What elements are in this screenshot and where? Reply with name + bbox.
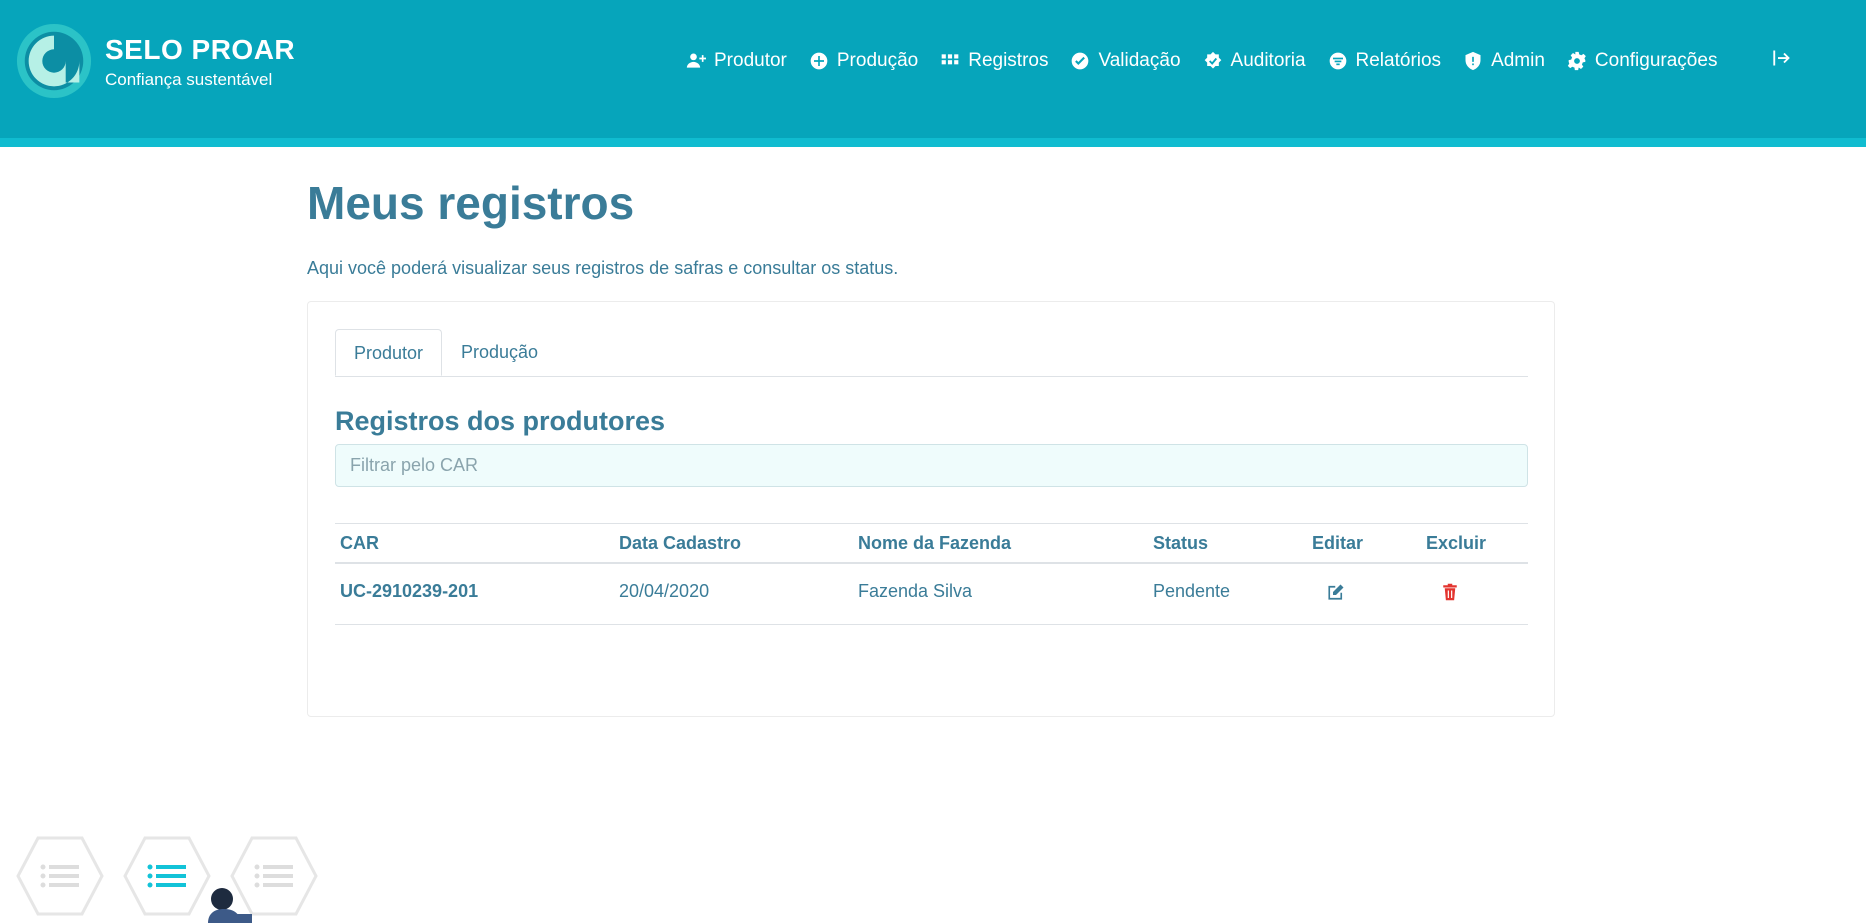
nav-item-relatorios[interactable]: Relatórios bbox=[1328, 50, 1442, 72]
grid-icon bbox=[941, 54, 959, 65]
column-header-nome-fazenda: Nome da Fazenda bbox=[853, 523, 1148, 564]
nav-label: Produção bbox=[836, 50, 919, 71]
trash-icon[interactable] bbox=[1441, 583, 1459, 601]
filter-circle-icon bbox=[1329, 52, 1346, 70]
cell-excluir bbox=[1421, 563, 1528, 625]
shield-icon bbox=[1465, 51, 1481, 71]
nav-item-producao[interactable]: Produção bbox=[809, 50, 918, 72]
brand-title: SELO PROAR bbox=[105, 34, 296, 65]
plus-circle-icon bbox=[810, 52, 828, 70]
nav-item-auditoria[interactable]: Auditoria bbox=[1203, 50, 1306, 72]
main-nav: Produtor Produção Registros Validação Au… bbox=[686, 47, 1739, 75]
cell-data-cadastro: 20/04/2020 bbox=[614, 563, 853, 625]
column-header-excluir: Excluir bbox=[1421, 523, 1528, 564]
page-description: Aqui você poderá visualizar seus registr… bbox=[307, 258, 899, 278]
nav-label: Relatórios bbox=[1355, 50, 1442, 71]
step-hexagon[interactable] bbox=[16, 836, 104, 916]
badge-check-icon bbox=[1204, 51, 1221, 69]
table-row: UC-2910239-201 20/04/2020 Fazenda Silva … bbox=[335, 563, 1528, 625]
top-header: SELO PROAR Confiança sustentável Produto… bbox=[0, 0, 1866, 138]
column-header-car: CAR bbox=[335, 523, 614, 564]
step-hexagons bbox=[16, 836, 326, 923]
nav-label: Admin bbox=[1491, 50, 1545, 71]
tab-produtor[interactable]: Produtor bbox=[335, 329, 443, 376]
records-card: Produtor Produção Registros dos produtor… bbox=[307, 301, 1555, 717]
nav-item-configuracoes[interactable]: Configurações bbox=[1567, 50, 1718, 72]
step-hexagon-active[interactable] bbox=[123, 836, 211, 916]
page-title: Meus registros bbox=[307, 177, 635, 229]
nav-label: Configurações bbox=[1594, 50, 1718, 71]
section-title: Registros dos produtores bbox=[335, 406, 666, 436]
brand-subtitle: Confiança sustentável bbox=[105, 70, 273, 89]
nav-item-admin[interactable]: Admin bbox=[1463, 50, 1545, 72]
selo-proar-logo-icon[interactable] bbox=[15, 22, 93, 100]
nav-item-validacao[interactable]: Validação bbox=[1070, 50, 1181, 72]
edit-icon[interactable] bbox=[1327, 583, 1345, 601]
user-plus-icon bbox=[686, 53, 706, 68]
nav-label: Validação bbox=[1098, 50, 1181, 71]
column-header-data-cadastro: Data Cadastro bbox=[614, 523, 853, 564]
tab-producao[interactable]: Produção bbox=[443, 329, 556, 376]
cell-car: UC-2910239-201 bbox=[335, 563, 614, 625]
column-header-editar: Editar bbox=[1307, 523, 1421, 564]
nav-label: Registros bbox=[968, 50, 1049, 71]
car-filter-input[interactable] bbox=[335, 444, 1528, 487]
nav-label: Produtor bbox=[714, 50, 787, 71]
nav-label: Auditoria bbox=[1230, 50, 1306, 71]
logout-icon[interactable] bbox=[1772, 49, 1790, 67]
producers-table: CAR Data Cadastro Nome da Fazenda Status… bbox=[335, 523, 1528, 625]
cell-nome-fazenda: Fazenda Silva bbox=[853, 563, 1148, 625]
nav-item-produtor[interactable]: Produtor bbox=[686, 50, 787, 72]
cell-editar bbox=[1307, 563, 1421, 625]
column-header-status: Status bbox=[1148, 523, 1307, 564]
check-circle-icon bbox=[1072, 52, 1089, 70]
tab-bar: Produtor Produção bbox=[335, 329, 1528, 377]
gear-icon bbox=[1567, 51, 1586, 71]
table-header-row: CAR Data Cadastro Nome da Fazenda Status… bbox=[335, 523, 1528, 564]
header-stripe bbox=[0, 138, 1866, 147]
cell-status: Pendente bbox=[1148, 563, 1307, 625]
person-illustration-icon bbox=[208, 888, 252, 923]
nav-item-registros[interactable]: Registros bbox=[940, 50, 1048, 72]
